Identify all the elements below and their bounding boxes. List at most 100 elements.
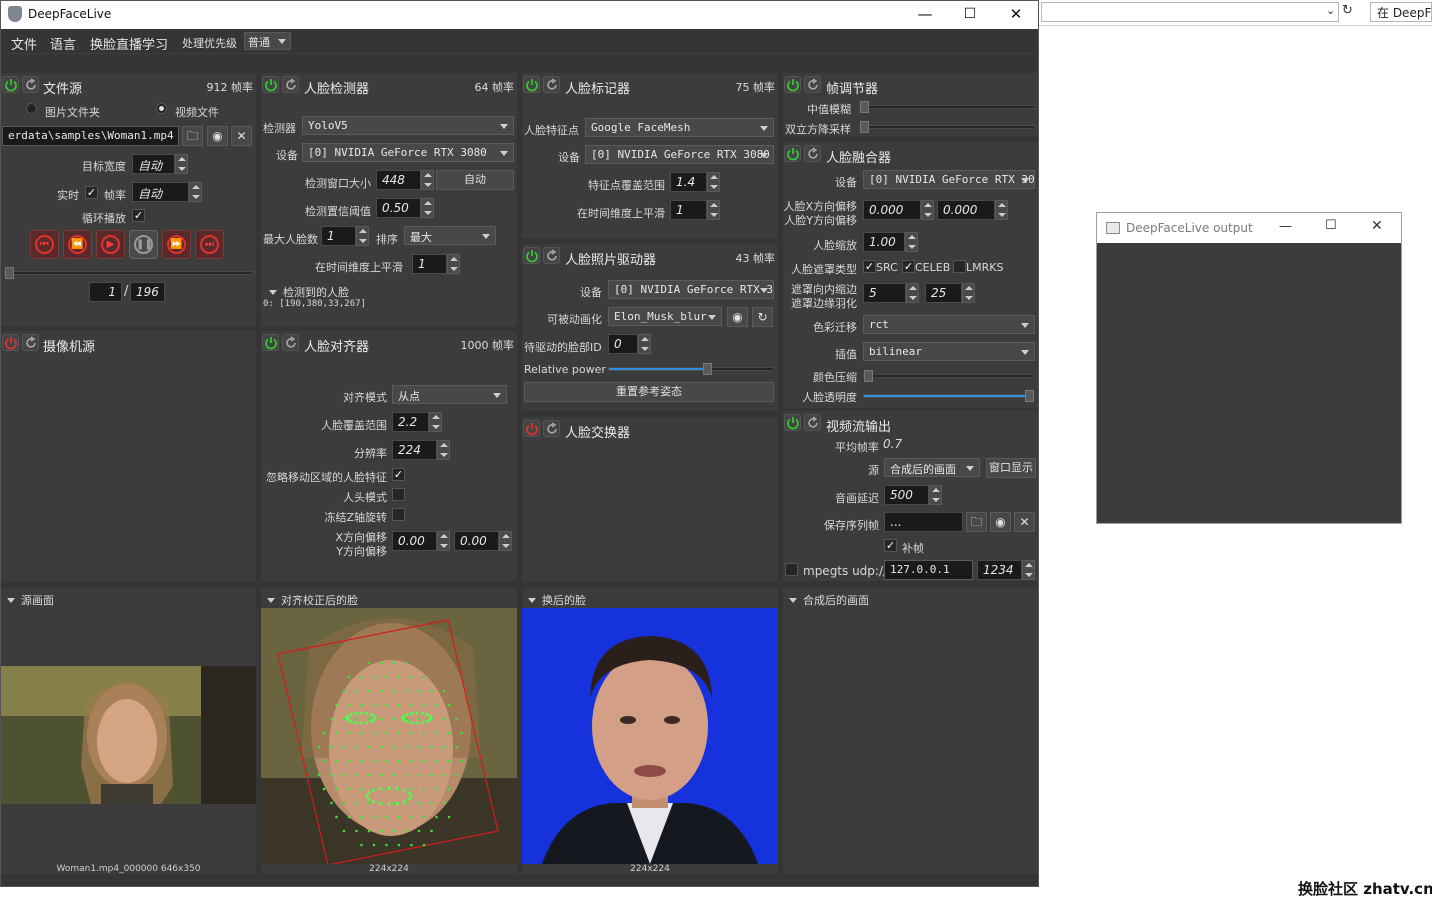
reload-icon[interactable] bbox=[282, 76, 299, 93]
head-mode-checkbox[interactable] bbox=[392, 488, 405, 501]
menu-file[interactable]: 文件 bbox=[11, 34, 37, 53]
max-faces-input[interactable]: 1 bbox=[321, 226, 356, 246]
seek-begin-button[interactable]: ⏮ bbox=[30, 230, 59, 259]
threshold-stepper[interactable] bbox=[421, 198, 434, 218]
delay-input[interactable]: 500 bbox=[884, 485, 929, 505]
mpegts-checkbox[interactable] bbox=[785, 563, 798, 576]
preview-title[interactable]: 换后的脸 bbox=[528, 592, 586, 608]
power-icon[interactable] bbox=[262, 76, 279, 93]
scale-stepper[interactable] bbox=[905, 232, 918, 252]
minimize-button[interactable]: — bbox=[902, 1, 948, 29]
resolution-input[interactable]: 224 bbox=[392, 440, 437, 460]
save-path-input[interactable]: ... bbox=[884, 512, 963, 532]
fps-input[interactable]: 自动 bbox=[132, 182, 189, 202]
fill-frames-checkbox[interactable]: ✓ bbox=[884, 539, 897, 552]
power-icon[interactable] bbox=[523, 76, 540, 93]
opacity-slider[interactable] bbox=[863, 390, 1035, 402]
reload-icon[interactable] bbox=[804, 76, 821, 93]
menu-language[interactable]: 语言 bbox=[50, 34, 76, 53]
range-input[interactable]: 1.4 bbox=[670, 172, 707, 192]
mpegts-ip-input[interactable]: 127.0.0.1 bbox=[884, 560, 973, 580]
reload-icon[interactable] bbox=[22, 334, 39, 351]
radio-video-file[interactable] bbox=[156, 103, 167, 114]
fps-stepper[interactable] bbox=[189, 182, 202, 202]
interp-select[interactable]: bilinear bbox=[863, 342, 1035, 361]
refresh-icon[interactable]: ↻ bbox=[752, 307, 773, 327]
clear-icon[interactable]: ✕ bbox=[1014, 512, 1035, 532]
preview-title[interactable]: 对齐校正后的脸 bbox=[267, 592, 358, 608]
maximize-button[interactable]: ☐ bbox=[947, 1, 993, 29]
eye-icon[interactable]: ◉ bbox=[207, 126, 228, 146]
seek-back-button[interactable]: ⏪ bbox=[63, 230, 92, 259]
chevron-down-icon[interactable]: ⌄ bbox=[1326, 4, 1338, 20]
y-offset-input[interactable]: 0.000 bbox=[937, 200, 995, 220]
power-icon[interactable] bbox=[523, 420, 540, 437]
freeze-z-checkbox[interactable] bbox=[392, 508, 405, 521]
target-width-stepper[interactable] bbox=[175, 154, 188, 174]
file-path-input[interactable]: erdata\samples\Woman1.mp4 bbox=[2, 126, 179, 146]
preview-title[interactable]: 源画面 bbox=[7, 592, 54, 608]
close-button[interactable]: ✕ bbox=[993, 1, 1038, 29]
coverage-stepper[interactable] bbox=[429, 412, 442, 432]
menu-learn[interactable]: 换脸直播学习 bbox=[90, 34, 168, 53]
reload-icon[interactable] bbox=[804, 145, 821, 162]
source-select[interactable]: 合成后的画面 bbox=[884, 458, 980, 477]
power-icon[interactable] bbox=[2, 334, 19, 351]
device-select[interactable]: [0] NVIDIA GeForce RTX 3080 bbox=[863, 170, 1035, 189]
x-offset-stepper[interactable] bbox=[921, 200, 934, 220]
relative-power-slider[interactable] bbox=[608, 363, 774, 375]
mask-erode-stepper[interactable] bbox=[906, 283, 919, 303]
device-select[interactable]: [0] NVIDIA GeForce RTX 3080 bbox=[585, 145, 774, 164]
sort-select[interactable]: 最大 bbox=[404, 226, 496, 245]
face-id-stepper[interactable] bbox=[638, 334, 651, 354]
mask-lmrks-checkbox[interactable] bbox=[953, 260, 966, 273]
pause-button[interactable]: ❚❚ bbox=[129, 230, 158, 259]
coverage-input[interactable]: 2.2 bbox=[392, 412, 429, 432]
device-select[interactable]: [0] NVIDIA GeForce RTX 3080 bbox=[608, 280, 774, 299]
output-maximize-button[interactable]: ☐ bbox=[1325, 218, 1337, 233]
range-stepper[interactable] bbox=[707, 172, 720, 192]
power-icon[interactable] bbox=[784, 145, 801, 162]
auto-button[interactable]: 自动 bbox=[436, 170, 514, 190]
mpegts-port-input[interactable]: 1234 bbox=[977, 560, 1022, 580]
mask-src-checkbox[interactable]: ✓ bbox=[863, 260, 876, 273]
output-minimize-button[interactable]: — bbox=[1279, 219, 1292, 234]
detector-select[interactable]: YoloV5 bbox=[302, 116, 514, 135]
align-mode-select[interactable]: 从点 bbox=[392, 385, 507, 404]
browser-search-box[interactable]: 在 DeepF bbox=[1370, 2, 1432, 22]
power-icon[interactable] bbox=[523, 247, 540, 264]
frame-current-input[interactable]: 1 bbox=[89, 282, 122, 302]
reload-icon[interactable] bbox=[282, 334, 299, 351]
mask-erode-input[interactable]: 5 bbox=[863, 283, 906, 303]
max-faces-stepper[interactable] bbox=[356, 226, 369, 246]
window-size-input[interactable]: 448 bbox=[376, 170, 421, 190]
bilateral-slider[interactable] bbox=[859, 121, 1035, 133]
play-button[interactable]: ▶ bbox=[96, 230, 125, 259]
smooth-input[interactable]: 1 bbox=[412, 254, 447, 274]
priority-select[interactable]: 普通 bbox=[244, 32, 291, 50]
eye-icon[interactable]: ◉ bbox=[990, 512, 1011, 532]
slider-handle[interactable] bbox=[860, 101, 869, 113]
mask-blur-stepper[interactable] bbox=[962, 283, 975, 303]
reload-icon[interactable] bbox=[543, 420, 560, 437]
preview-title[interactable]: 合成后的画面 bbox=[789, 592, 869, 608]
mask-blur-input[interactable]: 25 bbox=[925, 283, 962, 303]
smooth-input[interactable]: 1 bbox=[670, 200, 707, 220]
radio-image-folder[interactable] bbox=[26, 103, 37, 114]
detected-faces-toggle[interactable]: 检测到的人脸 bbox=[269, 284, 349, 300]
x-offset-input[interactable]: 0.00 bbox=[392, 531, 437, 551]
animatable-select[interactable]: Elon_Musk_blur bbox=[608, 307, 722, 326]
median-blur-slider[interactable] bbox=[859, 101, 1035, 113]
target-width-input[interactable]: 自动 bbox=[132, 154, 175, 174]
x-offset-stepper[interactable] bbox=[437, 531, 450, 551]
folder-icon[interactable]: 🗀 bbox=[966, 512, 987, 532]
eye-icon[interactable]: ◉ bbox=[727, 307, 748, 327]
power-icon[interactable] bbox=[262, 334, 279, 351]
browser-address-bar[interactable] bbox=[1041, 2, 1339, 22]
resolution-stepper[interactable] bbox=[437, 440, 450, 460]
seek-end-button[interactable]: ⏭ bbox=[195, 230, 224, 259]
threshold-input[interactable]: 0.50 bbox=[376, 198, 421, 218]
reload-icon[interactable] bbox=[543, 247, 560, 264]
reload-icon[interactable] bbox=[804, 414, 821, 431]
reset-pose-button[interactable]: 重置参考姿态 bbox=[524, 382, 774, 402]
